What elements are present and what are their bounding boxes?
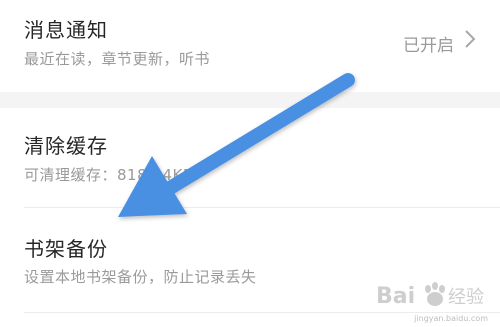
section-gap — [0, 92, 500, 108]
baidu-logo-icon: Bai 经验 — [376, 282, 484, 309]
baidu-jingyan-watermark: Bai 经验 jingyan.baidu.com — [372, 273, 492, 323]
svg-text:经验: 经验 — [448, 287, 484, 308]
notifications-status: 已开启 — [403, 36, 454, 56]
notifications-row[interactable]: 消息通知 最近在读，章节更新，听书 已开启 — [0, 0, 500, 92]
notifications-title: 消息通知 — [24, 18, 108, 42]
clear-cache-row[interactable]: 清除缓存 可清理缓存：818.14KB — [0, 108, 500, 208]
clear-cache-subtitle: 可清理缓存：818.14KB — [24, 166, 194, 184]
chevron-right-icon — [464, 29, 476, 54]
bookshelf-backup-subtitle: 设置本地书架备份，防止记录丢失 — [24, 268, 257, 286]
clear-cache-title: 清除缓存 — [24, 134, 108, 158]
svg-text:Bai: Bai — [376, 284, 415, 309]
notifications-subtitle: 最近在读，章节更新，听书 — [24, 50, 211, 68]
bookshelf-backup-title: 书架备份 — [24, 237, 108, 261]
watermark-url: jingyan.baidu.com — [414, 314, 488, 323]
settings-screen: 消息通知 最近在读，章节更新，听书 已开启 清除缓存 可清理缓存：818.14K… — [0, 0, 500, 327]
